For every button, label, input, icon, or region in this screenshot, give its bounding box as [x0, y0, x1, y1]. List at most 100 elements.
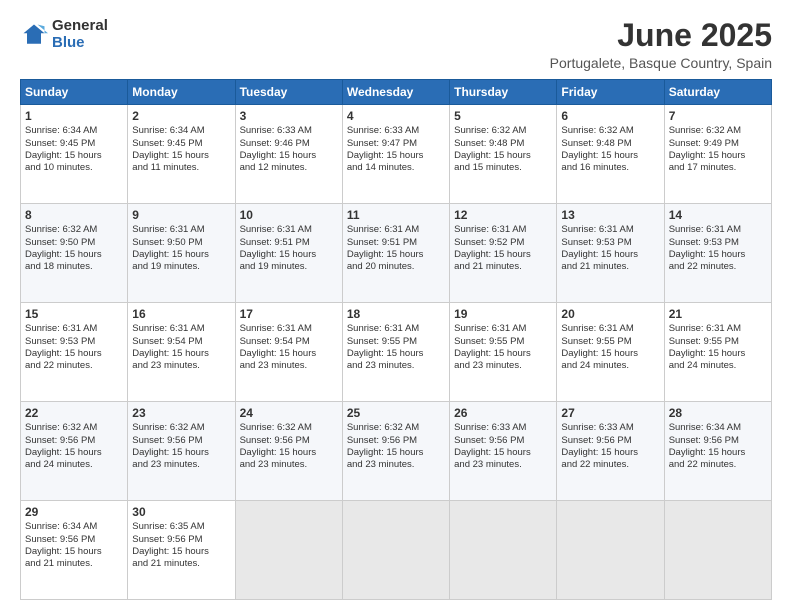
- day-number: 2: [132, 108, 230, 124]
- day-info: Sunrise: 6:32 AM Sunset: 9:49 PM Dayligh…: [669, 125, 767, 174]
- logo-text: General Blue: [52, 18, 108, 51]
- calendar-cell: [342, 501, 449, 600]
- calendar-cell: 29Sunrise: 6:34 AM Sunset: 9:56 PM Dayli…: [21, 501, 128, 600]
- day-info: Sunrise: 6:32 AM Sunset: 9:56 PM Dayligh…: [347, 422, 445, 471]
- calendar-cell: 16Sunrise: 6:31 AM Sunset: 9:54 PM Dayli…: [128, 303, 235, 402]
- day-number: 4: [347, 108, 445, 124]
- day-info: Sunrise: 6:31 AM Sunset: 9:54 PM Dayligh…: [132, 323, 230, 372]
- day-info: Sunrise: 6:31 AM Sunset: 9:55 PM Dayligh…: [454, 323, 552, 372]
- day-number: 26: [454, 405, 552, 421]
- day-number: 19: [454, 306, 552, 322]
- day-number: 30: [132, 504, 230, 520]
- day-info: Sunrise: 6:33 AM Sunset: 9:56 PM Dayligh…: [561, 422, 659, 471]
- calendar-body: 1Sunrise: 6:34 AM Sunset: 9:45 PM Daylig…: [21, 105, 772, 600]
- logo-general-text: General: [52, 18, 108, 35]
- calendar-cell: 3Sunrise: 6:33 AM Sunset: 9:46 PM Daylig…: [235, 105, 342, 204]
- weekday-header-thursday: Thursday: [450, 80, 557, 105]
- calendar-table: SundayMondayTuesdayWednesdayThursdayFrid…: [20, 79, 772, 600]
- day-info: Sunrise: 6:32 AM Sunset: 9:56 PM Dayligh…: [132, 422, 230, 471]
- day-number: 23: [132, 405, 230, 421]
- title-area: June 2025 Portugalete, Basque Country, S…: [550, 18, 772, 71]
- day-number: 8: [25, 207, 123, 223]
- calendar-cell: 30Sunrise: 6:35 AM Sunset: 9:56 PM Dayli…: [128, 501, 235, 600]
- calendar-cell: 12Sunrise: 6:31 AM Sunset: 9:52 PM Dayli…: [450, 204, 557, 303]
- day-number: 7: [669, 108, 767, 124]
- weekday-header-sunday: Sunday: [21, 80, 128, 105]
- weekday-header-friday: Friday: [557, 80, 664, 105]
- day-info: Sunrise: 6:31 AM Sunset: 9:55 PM Dayligh…: [561, 323, 659, 372]
- calendar-cell: 11Sunrise: 6:31 AM Sunset: 9:51 PM Dayli…: [342, 204, 449, 303]
- day-info: Sunrise: 6:31 AM Sunset: 9:54 PM Dayligh…: [240, 323, 338, 372]
- calendar-cell: 22Sunrise: 6:32 AM Sunset: 9:56 PM Dayli…: [21, 402, 128, 501]
- weekday-row: SundayMondayTuesdayWednesdayThursdayFrid…: [21, 80, 772, 105]
- page: General Blue June 2025 Portugalete, Basq…: [0, 0, 792, 612]
- day-info: Sunrise: 6:31 AM Sunset: 9:53 PM Dayligh…: [25, 323, 123, 372]
- calendar-week-5: 29Sunrise: 6:34 AM Sunset: 9:56 PM Dayli…: [21, 501, 772, 600]
- calendar-week-4: 22Sunrise: 6:32 AM Sunset: 9:56 PM Dayli…: [21, 402, 772, 501]
- main-title: June 2025: [550, 18, 772, 53]
- day-number: 12: [454, 207, 552, 223]
- calendar-cell: 17Sunrise: 6:31 AM Sunset: 9:54 PM Dayli…: [235, 303, 342, 402]
- day-number: 25: [347, 405, 445, 421]
- day-info: Sunrise: 6:34 AM Sunset: 9:45 PM Dayligh…: [25, 125, 123, 174]
- subtitle: Portugalete, Basque Country, Spain: [550, 55, 772, 71]
- day-number: 15: [25, 306, 123, 322]
- day-number: 17: [240, 306, 338, 322]
- calendar-cell: 4Sunrise: 6:33 AM Sunset: 9:47 PM Daylig…: [342, 105, 449, 204]
- day-info: Sunrise: 6:31 AM Sunset: 9:55 PM Dayligh…: [669, 323, 767, 372]
- day-number: 10: [240, 207, 338, 223]
- day-info: Sunrise: 6:33 AM Sunset: 9:47 PM Dayligh…: [347, 125, 445, 174]
- header: General Blue June 2025 Portugalete, Basq…: [20, 18, 772, 71]
- day-number: 14: [669, 207, 767, 223]
- calendar-cell: 20Sunrise: 6:31 AM Sunset: 9:55 PM Dayli…: [557, 303, 664, 402]
- calendar-week-1: 1Sunrise: 6:34 AM Sunset: 9:45 PM Daylig…: [21, 105, 772, 204]
- calendar-cell: [557, 501, 664, 600]
- day-number: 9: [132, 207, 230, 223]
- calendar-cell: [664, 501, 771, 600]
- day-info: Sunrise: 6:32 AM Sunset: 9:48 PM Dayligh…: [561, 125, 659, 174]
- weekday-header-saturday: Saturday: [664, 80, 771, 105]
- calendar-cell: 2Sunrise: 6:34 AM Sunset: 9:45 PM Daylig…: [128, 105, 235, 204]
- weekday-header-tuesday: Tuesday: [235, 80, 342, 105]
- calendar-week-3: 15Sunrise: 6:31 AM Sunset: 9:53 PM Dayli…: [21, 303, 772, 402]
- day-info: Sunrise: 6:31 AM Sunset: 9:53 PM Dayligh…: [669, 224, 767, 273]
- calendar-cell: 28Sunrise: 6:34 AM Sunset: 9:56 PM Dayli…: [664, 402, 771, 501]
- day-number: 29: [25, 504, 123, 520]
- day-info: Sunrise: 6:33 AM Sunset: 9:56 PM Dayligh…: [454, 422, 552, 471]
- day-info: Sunrise: 6:31 AM Sunset: 9:51 PM Dayligh…: [347, 224, 445, 273]
- calendar-cell: 18Sunrise: 6:31 AM Sunset: 9:55 PM Dayli…: [342, 303, 449, 402]
- calendar-cell: 26Sunrise: 6:33 AM Sunset: 9:56 PM Dayli…: [450, 402, 557, 501]
- calendar-cell: 13Sunrise: 6:31 AM Sunset: 9:53 PM Dayli…: [557, 204, 664, 303]
- calendar-cell: 19Sunrise: 6:31 AM Sunset: 9:55 PM Dayli…: [450, 303, 557, 402]
- calendar-cell: 5Sunrise: 6:32 AM Sunset: 9:48 PM Daylig…: [450, 105, 557, 204]
- calendar-cell: 8Sunrise: 6:32 AM Sunset: 9:50 PM Daylig…: [21, 204, 128, 303]
- weekday-header-monday: Monday: [128, 80, 235, 105]
- day-number: 22: [25, 405, 123, 421]
- calendar-header: SundayMondayTuesdayWednesdayThursdayFrid…: [21, 80, 772, 105]
- day-info: Sunrise: 6:32 AM Sunset: 9:56 PM Dayligh…: [240, 422, 338, 471]
- calendar-cell: 1Sunrise: 6:34 AM Sunset: 9:45 PM Daylig…: [21, 105, 128, 204]
- day-number: 21: [669, 306, 767, 322]
- calendar-week-2: 8Sunrise: 6:32 AM Sunset: 9:50 PM Daylig…: [21, 204, 772, 303]
- day-info: Sunrise: 6:31 AM Sunset: 9:52 PM Dayligh…: [454, 224, 552, 273]
- day-number: 13: [561, 207, 659, 223]
- calendar-cell: 23Sunrise: 6:32 AM Sunset: 9:56 PM Dayli…: [128, 402, 235, 501]
- calendar-cell: 21Sunrise: 6:31 AM Sunset: 9:55 PM Dayli…: [664, 303, 771, 402]
- logo-icon: [20, 21, 48, 49]
- day-info: Sunrise: 6:34 AM Sunset: 9:45 PM Dayligh…: [132, 125, 230, 174]
- day-info: Sunrise: 6:31 AM Sunset: 9:51 PM Dayligh…: [240, 224, 338, 273]
- calendar-cell: 10Sunrise: 6:31 AM Sunset: 9:51 PM Dayli…: [235, 204, 342, 303]
- calendar-cell: [235, 501, 342, 600]
- day-info: Sunrise: 6:31 AM Sunset: 9:55 PM Dayligh…: [347, 323, 445, 372]
- calendar-cell: 14Sunrise: 6:31 AM Sunset: 9:53 PM Dayli…: [664, 204, 771, 303]
- calendar-cell: 27Sunrise: 6:33 AM Sunset: 9:56 PM Dayli…: [557, 402, 664, 501]
- day-info: Sunrise: 6:33 AM Sunset: 9:46 PM Dayligh…: [240, 125, 338, 174]
- calendar-cell: 15Sunrise: 6:31 AM Sunset: 9:53 PM Dayli…: [21, 303, 128, 402]
- day-number: 18: [347, 306, 445, 322]
- day-info: Sunrise: 6:31 AM Sunset: 9:53 PM Dayligh…: [561, 224, 659, 273]
- calendar-cell: 9Sunrise: 6:31 AM Sunset: 9:50 PM Daylig…: [128, 204, 235, 303]
- day-info: Sunrise: 6:32 AM Sunset: 9:56 PM Dayligh…: [25, 422, 123, 471]
- calendar-cell: 7Sunrise: 6:32 AM Sunset: 9:49 PM Daylig…: [664, 105, 771, 204]
- day-number: 1: [25, 108, 123, 124]
- day-number: 20: [561, 306, 659, 322]
